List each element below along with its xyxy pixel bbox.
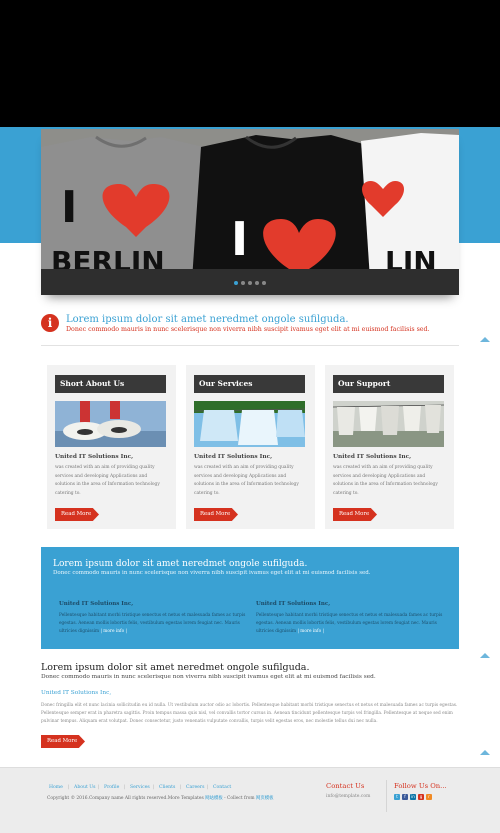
linkedin-icon[interactable]: in [410,794,416,800]
column-heading: Our Support [333,375,444,393]
cta-read-more-button[interactable]: Read More [41,735,85,748]
nav-separator: | [207,785,209,790]
scroll-up-icon[interactable] [480,653,490,658]
footer-nav-profile[interactable]: Profile [104,785,119,790]
contact-title: Contact Us [326,782,365,790]
more-info-link[interactable]: | more info | [100,629,127,634]
column-title: United IT Solutions Inc, [55,454,134,460]
follow-title: Follow Us On... [394,782,447,790]
contact-email[interactable]: info@template.com [326,794,370,799]
nav-separator: | [68,785,70,790]
column-about: Short About Us United IT Solutions Inc, … [47,365,176,529]
footer-nav-contact[interactable]: Contact [213,785,231,790]
cta-subtitle: Donec commodo mauris in nunc scelerisque… [41,674,376,680]
slider-dot-5[interactable] [262,281,266,285]
column-text: was created with an aim of providing qua… [333,465,438,496]
column-support: Our Support United IT Solutions Inc, was… [325,365,454,529]
rss-icon[interactable]: r [426,794,432,800]
clothesline-image [333,401,444,447]
shirt-middle-letter: I [231,212,248,266]
slider-dot-2[interactable] [241,281,245,285]
footer-divider [386,780,387,812]
blue-box-left-text: Pellentesque habitant morbi tristique se… [59,613,246,635]
blue-box-text: Donec commodo mauris in nunc scelerisque… [53,570,371,576]
footer-nav-services[interactable]: Services [130,785,150,790]
scroll-up-icon[interactable] [480,337,490,342]
cta-title: Lorem ipsum dolor sit amet neredmet ongo… [41,662,310,673]
read-more-button[interactable]: Read More [194,508,238,521]
column-text: was created with an aim of providing qua… [55,465,160,496]
twitter-icon[interactable]: t [394,794,400,800]
nav-separator: | [98,785,100,790]
blue-box-left-title: United IT Solutions Inc, [59,601,134,607]
column-heading: Short About Us [55,375,166,393]
column-text: was created with an aim of providing qua… [194,465,299,496]
read-more-button[interactable]: Read More [55,508,99,521]
facebook-icon[interactable]: f [402,794,408,800]
column-title: United IT Solutions Inc, [194,454,273,460]
blue-box-right-title: United IT Solutions Inc, [256,601,331,607]
nav-separator: | [180,785,182,790]
info-text: Donec commodo mauris in nunc scelerisque… [66,326,430,333]
more-info-link[interactable]: | more info | [297,629,324,634]
collect-link[interactable]: 网页模板 [256,796,274,801]
blue-box-title: Lorem ipsum dolor sit amet neredmet ongo… [53,559,308,569]
slider-dot-4[interactable] [255,281,259,285]
info-title: Lorem ipsum dolor sit amet neredmet ongo… [66,314,349,325]
laundry-image [194,401,305,447]
cta-paragraph: Donec fringilla elit et nunc lacinia sol… [41,703,458,725]
column-services: Our Services United IT Solutions Inc, wa… [186,365,315,529]
footer-nav-about[interactable]: About Us [74,785,96,790]
nav-separator: | [153,785,155,790]
footer-nav-careers[interactable]: Careers [186,785,204,790]
column-heading: Our Services [194,375,305,393]
googleplus-icon[interactable]: g [418,794,424,800]
slider-dot-1[interactable] [234,281,238,285]
templates-link[interactable]: 网站模板 [205,796,223,801]
section-divider [41,345,459,346]
footer-nav-home[interactable]: Home [49,785,63,790]
top-header-bar [0,0,500,127]
nav-separator: | [124,785,126,790]
read-more-button[interactable]: Read More [333,508,377,521]
scroll-up-icon[interactable] [480,750,490,755]
shoes-image [55,401,166,447]
footer-nav-clients[interactable]: Clients [159,785,175,790]
blue-box-right-text: Pellentesque habitant morbi tristique se… [256,613,443,635]
info-icon: i [41,314,59,332]
column-title: United IT Solutions Inc, [333,454,412,460]
slider-dot-3[interactable] [248,281,252,285]
copyright-text: Copyright © 2016.Company name All rights… [47,796,274,801]
cta-company: United IT Solutions Inc, [41,690,112,696]
shirt-left-letter: I [61,182,77,233]
